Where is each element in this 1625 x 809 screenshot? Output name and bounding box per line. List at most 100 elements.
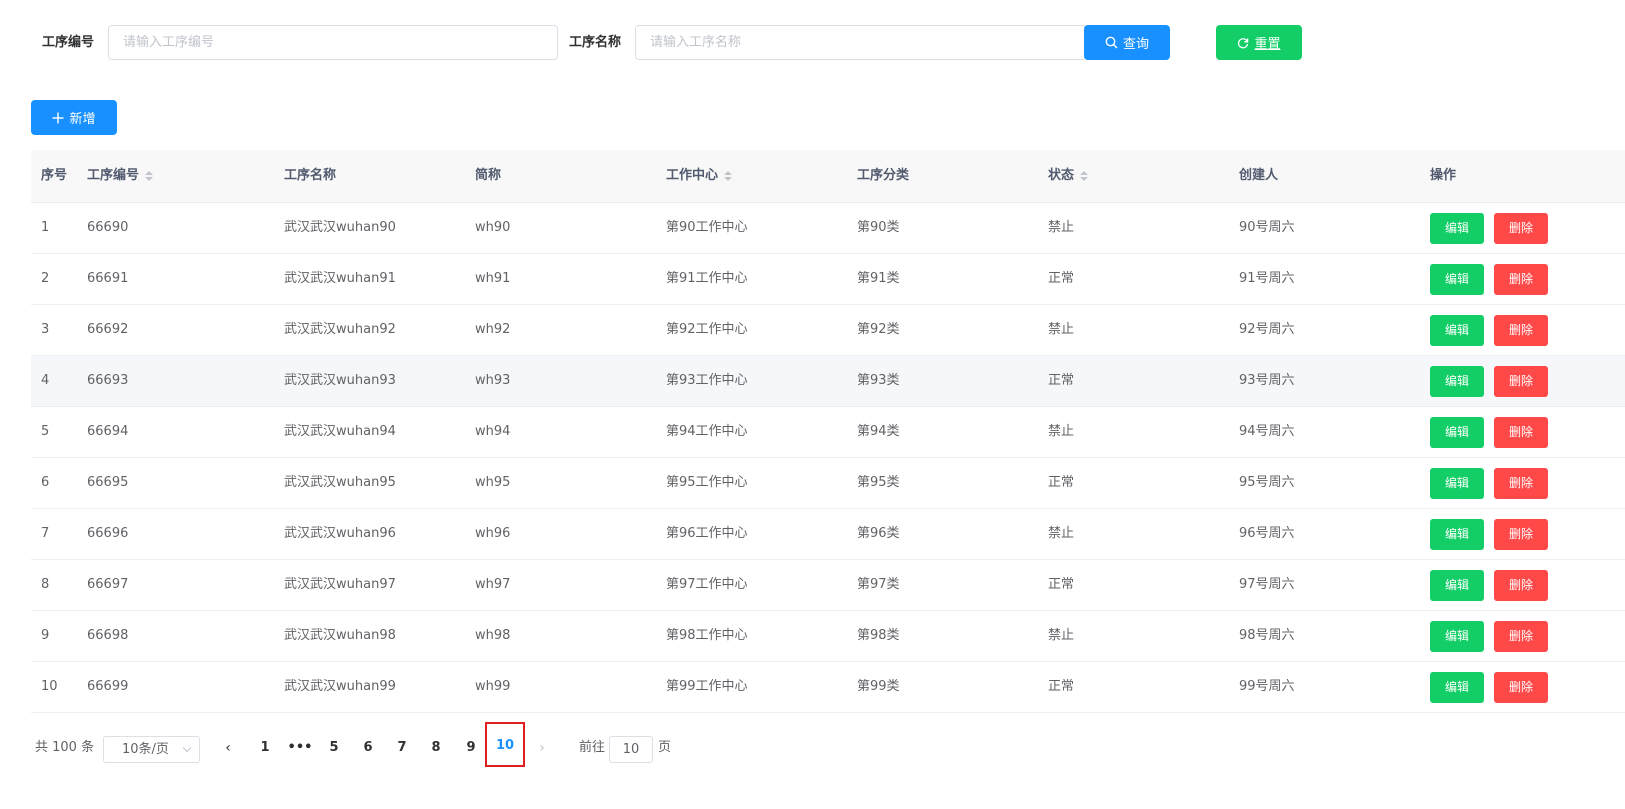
cell-status: 正常 [1048, 373, 1075, 388]
edit-button[interactable]: 编辑 [1430, 264, 1484, 295]
cell-short: wh99 [475, 679, 511, 694]
cell-index: 3 [41, 322, 50, 337]
pagination: 共 100 条 10条/页 ‹ 1 ••• 5 6 7 8 9 10 › 前往 10 页 [31, 722, 731, 767]
cell-code: 66694 [87, 424, 129, 439]
cell-category: 第93类 [857, 373, 900, 388]
edit-button[interactable]: 编辑 [1430, 213, 1484, 244]
name-input[interactable] [635, 25, 1087, 60]
delete-button[interactable]: 删除 [1494, 672, 1548, 703]
prev-page-icon[interactable]: ‹ [213, 730, 243, 766]
delete-button[interactable]: 删除 [1494, 264, 1548, 295]
cell-code: 66692 [87, 322, 129, 337]
cell-index: 5 [41, 424, 50, 439]
table-row: 4 66693 武汉武汉wuhan93 wh93 第93工作中心 第93类 正常 93号周六 编… [31, 356, 1625, 407]
table-row: 10 66699 武汉武汉wuhan99 wh99 第99工作中心 第99类 正常 99号周六… [31, 662, 1625, 713]
cell-index: 2 [41, 271, 50, 286]
cell-status: 禁止 [1048, 220, 1075, 235]
header-short: 简称 [475, 150, 501, 202]
edit-button[interactable]: 编辑 [1430, 519, 1484, 550]
cell-code: 66696 [87, 526, 129, 541]
code-input[interactable] [108, 25, 558, 60]
cell-creator: 93号周六 [1239, 373, 1295, 388]
cell-index: 1 [41, 220, 50, 235]
page-number[interactable]: 5 [319, 730, 349, 766]
reset-button[interactable]: 重置 [1216, 25, 1302, 60]
add-button[interactable]: 新增 [31, 100, 117, 135]
cell-category: 第94类 [857, 424, 900, 439]
header-status-label: 状态 [1048, 168, 1075, 183]
cell-short: wh97 [475, 577, 511, 592]
table-row: 3 66692 武汉武汉wuhan92 wh92 第92工作中心 第92类 禁止 92号周六 编… [31, 305, 1625, 356]
cell-category: 第92类 [857, 322, 900, 337]
cell-name: 武汉武汉wuhan96 [284, 526, 396, 541]
header-code[interactable]: 工序编号 [87, 150, 154, 202]
sort-icon[interactable] [724, 171, 733, 181]
delete-button[interactable]: 删除 [1494, 468, 1548, 499]
edit-button[interactable]: 编辑 [1430, 621, 1484, 652]
header-category: 工序分类 [857, 150, 909, 202]
header-code-label: 工序编号 [87, 168, 140, 183]
edit-button[interactable]: 编辑 [1430, 468, 1484, 499]
cell-creator: 91号周六 [1239, 271, 1295, 286]
header-status[interactable]: 状态 [1048, 150, 1089, 202]
cell-short: wh92 [475, 322, 511, 337]
page-size-select[interactable]: 10条/页 [103, 736, 200, 763]
header-center-label: 工作中心 [666, 168, 719, 183]
query-button[interactable]: 查询 [1084, 25, 1170, 60]
delete-button[interactable]: 删除 [1494, 366, 1548, 397]
page-number[interactable]: 9 [456, 730, 486, 766]
page-number[interactable]: 8 [421, 730, 451, 766]
header-creator-label: 创建人 [1239, 168, 1279, 183]
cell-category: 第99类 [857, 679, 900, 694]
code-label: 工序编号 [42, 35, 95, 50]
search-bar: 工序编号 工序名称 查询 重置 [0, 25, 1625, 60]
process-table: 序号 工序编号 工序名称 简称 工作中心 工序分类 状态 创建人 操作 1 666… [31, 150, 1625, 713]
page-number[interactable]: 10 [485, 722, 525, 767]
name-label: 工序名称 [569, 35, 622, 50]
sort-icon[interactable] [1080, 171, 1089, 181]
cell-category: 第96类 [857, 526, 900, 541]
goto-label: 前往 [579, 740, 606, 755]
page-number[interactable]: 1 [250, 730, 280, 766]
more-pages-icon[interactable]: ••• [285, 730, 315, 766]
table-body: 1 66690 武汉武汉wuhan90 wh90 第90工作中心 第90类 禁止 90号周六编… [31, 203, 1625, 713]
delete-button[interactable]: 删除 [1494, 621, 1548, 652]
cell-code: 66695 [87, 475, 129, 490]
delete-button[interactable]: 删除 [1494, 315, 1548, 346]
cell-index: 9 [41, 628, 50, 643]
cell-creator: 94号周六 [1239, 424, 1295, 439]
delete-button[interactable]: 删除 [1494, 213, 1548, 244]
cell-center: 第95工作中心 [666, 475, 748, 490]
cell-short: wh98 [475, 628, 511, 643]
edit-button[interactable]: 编辑 [1430, 570, 1484, 601]
cell-center: 第90工作中心 [666, 220, 748, 235]
edit-button[interactable]: 编辑 [1430, 417, 1484, 448]
cell-code: 66691 [87, 271, 129, 286]
cell-code: 66693 [87, 373, 129, 388]
cell-creator: 92号周六 [1239, 322, 1295, 337]
chevron-down-icon [182, 743, 192, 753]
header-index-label: 序号 [41, 168, 68, 183]
header-center[interactable]: 工作中心 [666, 150, 733, 202]
next-page-icon[interactable]: › [527, 730, 557, 766]
page-number[interactable]: 6 [353, 730, 383, 766]
cell-name: 武汉武汉wuhan91 [284, 271, 396, 286]
goto-page-input[interactable]: 10 [609, 736, 653, 763]
edit-button[interactable]: 编辑 [1430, 672, 1484, 703]
page-number[interactable]: 7 [387, 730, 417, 766]
cell-center: 第93工作中心 [666, 373, 748, 388]
delete-button[interactable]: 删除 [1494, 570, 1548, 601]
edit-button[interactable]: 编辑 [1430, 315, 1484, 346]
cell-creator: 97号周六 [1239, 577, 1295, 592]
edit-button[interactable]: 编辑 [1430, 366, 1484, 397]
cell-short: wh90 [475, 220, 511, 235]
cell-code: 66698 [87, 628, 129, 643]
cell-name: 武汉武汉wuhan97 [284, 577, 396, 592]
header-name: 工序名称 [284, 150, 336, 202]
delete-button[interactable]: 删除 [1494, 519, 1548, 550]
sort-icon[interactable] [145, 171, 154, 181]
table-row: 2 66691 武汉武汉wuhan91 wh91 第91工作中心 第91类 正常 91号周六 编… [31, 254, 1625, 305]
header-category-label: 工序分类 [857, 168, 910, 183]
delete-button[interactable]: 删除 [1494, 417, 1548, 448]
header-short-label: 简称 [475, 168, 502, 183]
